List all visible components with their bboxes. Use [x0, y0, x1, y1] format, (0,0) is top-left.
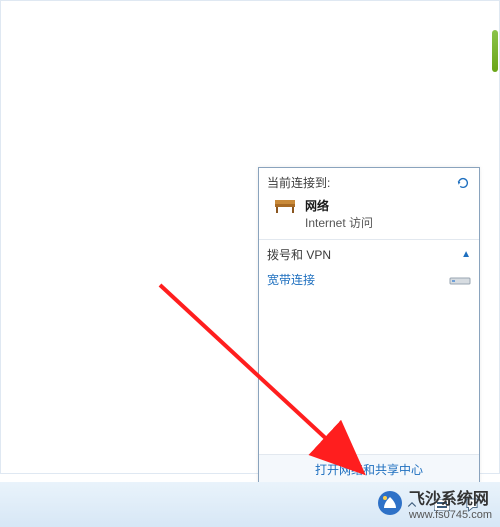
watermark-title: 飞沙系统网 [409, 491, 489, 508]
refresh-icon[interactable] [455, 175, 471, 191]
dial-vpn-section: 拨号和 VPN ▲ 宽带连接 [259, 240, 479, 296]
bench-icon [273, 197, 297, 215]
flyout-footer: 打开网络和共享中心 [259, 454, 479, 484]
dial-vpn-label: 拨号和 VPN [267, 246, 331, 263]
watermark: 飞沙系统网 www.fs0745.com [377, 485, 492, 521]
caret-up-icon[interactable]: ▲ [461, 249, 471, 260]
watermark-logo-icon [377, 490, 403, 516]
active-network-row[interactable]: 网络 Internet 访问 [267, 195, 471, 231]
broadband-item[interactable]: 宽带连接 [267, 267, 471, 288]
modem-icon [449, 274, 471, 286]
current-connection-section: 当前连接到: 网络 Internet 访问 [259, 168, 479, 240]
flyout-spacer [259, 296, 479, 454]
network-flyout: 当前连接到: 网络 Internet 访问 拨号和 VPN ▲ 宽带连接 [258, 167, 480, 485]
current-connection-label: 当前连接到: [267, 174, 330, 191]
watermark-url: www.fs0745.com [409, 509, 492, 521]
edge-indicator [492, 30, 498, 72]
network-status: Internet 访问 [305, 214, 373, 231]
open-network-center-link[interactable]: 打开网络和共享中心 [315, 463, 423, 477]
network-name: 网络 [305, 197, 373, 214]
broadband-label: 宽带连接 [267, 271, 315, 288]
